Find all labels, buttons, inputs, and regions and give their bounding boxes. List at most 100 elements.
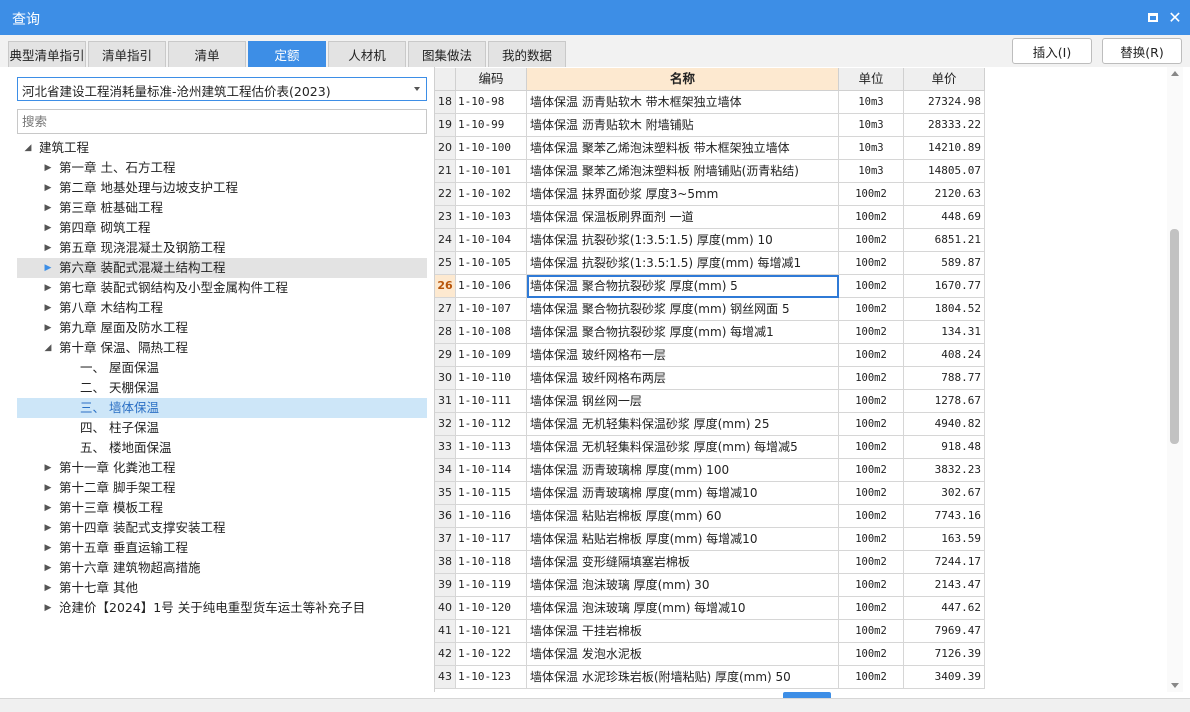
maximize-icon[interactable]	[1144, 8, 1162, 26]
cell-code[interactable]: 1-10-101	[456, 160, 527, 183]
cell-name[interactable]: 墙体保温 沥青贴软木 带木框架独立墙体	[527, 91, 839, 114]
scroll-up-icon[interactable]	[1171, 71, 1179, 76]
cell-unit[interactable]: 10m3	[839, 137, 904, 160]
cell-price[interactable]: 1670.77	[904, 275, 985, 298]
cell-name[interactable]: 墙体保温 沥青玻璃棉 厚度(mm) 100	[527, 459, 839, 482]
cell-name[interactable]: 墙体保温 变形缝隔填塞岩棉板	[527, 551, 839, 574]
cell-price[interactable]: 448.69	[904, 206, 985, 229]
cell-code[interactable]: 1-10-117	[456, 528, 527, 551]
tree-item[interactable]: ▶ 第十四章 装配式支撑安装工程	[17, 518, 427, 538]
cell-unit[interactable]: 100m2	[839, 413, 904, 436]
cell-name[interactable]: 墙体保温 泡沫玻璃 厚度(mm) 每增减10	[527, 597, 839, 620]
cell-unit[interactable]: 10m3	[839, 114, 904, 137]
cell-code[interactable]: 1-10-109	[456, 344, 527, 367]
tree-item[interactable]: ▶ 第七章 装配式钢结构及小型金属构件工程	[17, 278, 427, 298]
cell-unit[interactable]: 100m2	[839, 436, 904, 459]
table-row[interactable]: 27 1-10-107 墙体保温 聚合物抗裂砂浆 厚度(mm) 钢丝网面 5 100m…	[435, 298, 985, 321]
tree-subitem[interactable]: 四、 柱子保温	[17, 418, 427, 438]
cell-code[interactable]: 1-10-120	[456, 597, 527, 620]
cell-code[interactable]: 1-10-110	[456, 367, 527, 390]
collapsed-caret-icon[interactable]: ▶	[42, 538, 54, 558]
header-price[interactable]: 单价	[904, 68, 985, 91]
cell-unit[interactable]: 100m2	[839, 643, 904, 666]
cell-code[interactable]: 1-10-106	[456, 275, 527, 298]
tree-item[interactable]: ▶ 第十三章 模板工程	[17, 498, 427, 518]
collapsed-caret-icon[interactable]: ▶	[42, 558, 54, 578]
cell-name[interactable]: 墙体保温 无机轻集料保温砂浆 厚度(mm) 25	[527, 413, 839, 436]
collapsed-caret-icon[interactable]: ▶	[42, 578, 54, 598]
cell-unit[interactable]: 100m2	[839, 321, 904, 344]
table-row[interactable]: 25 1-10-105 墙体保温 抗裂砂浆(1:3.5:1.5) 厚度(mm) 每增…	[435, 252, 985, 275]
collapsed-caret-icon[interactable]: ▶	[42, 258, 54, 278]
collapsed-caret-icon[interactable]: ▶	[42, 318, 54, 338]
table-row[interactable]: 28 1-10-108 墙体保温 聚合物抗裂砂浆 厚度(mm) 每增减1 100m2 1…	[435, 321, 985, 344]
cell-price[interactable]: 163.59	[904, 528, 985, 551]
collapsed-caret-icon[interactable]: ▶	[42, 198, 54, 218]
cell-price[interactable]: 408.24	[904, 344, 985, 367]
cell-code[interactable]: 1-10-112	[456, 413, 527, 436]
cell-code[interactable]: 1-10-105	[456, 252, 527, 275]
vertical-scrollbar[interactable]	[1167, 67, 1183, 692]
tree-item[interactable]: ▶ 沧建价【2024】1号 关于纯电重型货车运土等补充子目	[17, 598, 427, 618]
cell-unit[interactable]: 100m2	[839, 505, 904, 528]
cell-price[interactable]: 3832.23	[904, 459, 985, 482]
cell-unit[interactable]: 100m2	[839, 482, 904, 505]
cell-name[interactable]: 墙体保温 粘贴岩棉板 厚度(mm) 每增减10	[527, 528, 839, 551]
collapsed-caret-icon[interactable]: ▶	[42, 518, 54, 538]
cell-code[interactable]: 1-10-108	[456, 321, 527, 344]
cell-price[interactable]: 788.77	[904, 367, 985, 390]
insert-button[interactable]: 插入(I)	[1012, 38, 1092, 64]
tree-item[interactable]: ▶ 第三章 桩基础工程	[17, 198, 427, 218]
cell-price[interactable]: 28333.22	[904, 114, 985, 137]
cell-code[interactable]: 1-10-100	[456, 137, 527, 160]
collapsed-caret-icon[interactable]: ▶	[42, 478, 54, 498]
tree-item[interactable]: ▶ 第十六章 建筑物超高措施	[17, 558, 427, 578]
tree-item[interactable]: ▶ 第十五章 垂直运输工程	[17, 538, 427, 558]
cell-price[interactable]: 14210.89	[904, 137, 985, 160]
cell-name[interactable]: 墙体保温 聚苯乙烯泡沫塑料板 带木框架独立墙体	[527, 137, 839, 160]
table-row[interactable]: 34 1-10-114 墙体保温 沥青玻璃棉 厚度(mm) 100 100m2 3832…	[435, 459, 985, 482]
header-unit[interactable]: 单位	[839, 68, 904, 91]
library-select[interactable]: 河北省建设工程消耗量标准-沧州建筑工程估价表(2023)	[17, 77, 427, 101]
cell-price[interactable]: 302.67	[904, 482, 985, 505]
cell-unit[interactable]: 100m2	[839, 344, 904, 367]
cell-unit[interactable]: 10m3	[839, 91, 904, 114]
cell-code[interactable]: 1-10-119	[456, 574, 527, 597]
table-row[interactable]: 31 1-10-111 墙体保温 钢丝网一层 100m2 1278.67	[435, 390, 985, 413]
cell-code[interactable]: 1-10-107	[456, 298, 527, 321]
cell-price[interactable]: 2143.47	[904, 574, 985, 597]
tab-bill[interactable]: 清单	[168, 41, 246, 67]
cell-code[interactable]: 1-10-104	[456, 229, 527, 252]
replace-button[interactable]: 替换(R)	[1102, 38, 1182, 64]
cell-unit[interactable]: 100m2	[839, 183, 904, 206]
cell-code[interactable]: 1-10-111	[456, 390, 527, 413]
cell-code[interactable]: 1-10-116	[456, 505, 527, 528]
tree-item[interactable]: ▶ 第十一章 化粪池工程	[17, 458, 427, 478]
table-row[interactable]: 29 1-10-109 墙体保温 玻纤网格布一层 100m2 408.24	[435, 344, 985, 367]
cell-price[interactable]: 6851.21	[904, 229, 985, 252]
cell-name[interactable]: 墙体保温 干挂岩棉板	[527, 620, 839, 643]
cell-price[interactable]: 7244.17	[904, 551, 985, 574]
cell-unit[interactable]: 100m2	[839, 551, 904, 574]
table-row[interactable]: 38 1-10-118 墙体保温 变形缝隔填塞岩棉板 100m2 7244.17	[435, 551, 985, 574]
collapsed-caret-icon[interactable]: ▶	[42, 158, 54, 178]
collapsed-caret-icon[interactable]: ▶	[42, 458, 54, 478]
tab-bill-guide[interactable]: 清单指引	[88, 41, 166, 67]
cell-unit[interactable]: 100m2	[839, 229, 904, 252]
table-row[interactable]: 26 1-10-106 墙体保温 聚合物抗裂砂浆 厚度(mm) 5 100m2 1670…	[435, 275, 985, 298]
table-row[interactable]: 30 1-10-110 墙体保温 玻纤网格布两层 100m2 788.77	[435, 367, 985, 390]
cell-unit[interactable]: 10m3	[839, 160, 904, 183]
cell-name[interactable]: 墙体保温 聚合物抗裂砂浆 厚度(mm) 钢丝网面 5	[527, 298, 839, 321]
table-row[interactable]: 24 1-10-104 墙体保温 抗裂砂浆(1:3.5:1.5) 厚度(mm) 10…	[435, 229, 985, 252]
tab-typical-bill-guide[interactable]: 典型清单指引	[8, 41, 86, 67]
cell-unit[interactable]: 100m2	[839, 459, 904, 482]
cell-name[interactable]: 墙体保温 抹界面砂浆 厚度3~5mm	[527, 183, 839, 206]
collapsed-caret-icon[interactable]: ▶	[42, 278, 54, 298]
cell-price[interactable]: 4940.82	[904, 413, 985, 436]
cell-name[interactable]: 墙体保温 泡沫玻璃 厚度(mm) 30	[527, 574, 839, 597]
table-row[interactable]: 40 1-10-120 墙体保温 泡沫玻璃 厚度(mm) 每增减10 100m2 447…	[435, 597, 985, 620]
tree-item[interactable]: ▶ 第四章 砌筑工程	[17, 218, 427, 238]
cell-name[interactable]: 墙体保温 发泡水泥板	[527, 643, 839, 666]
scroll-down-icon[interactable]	[1171, 683, 1179, 688]
tree-item[interactable]: ◢ 建筑工程	[17, 138, 427, 158]
